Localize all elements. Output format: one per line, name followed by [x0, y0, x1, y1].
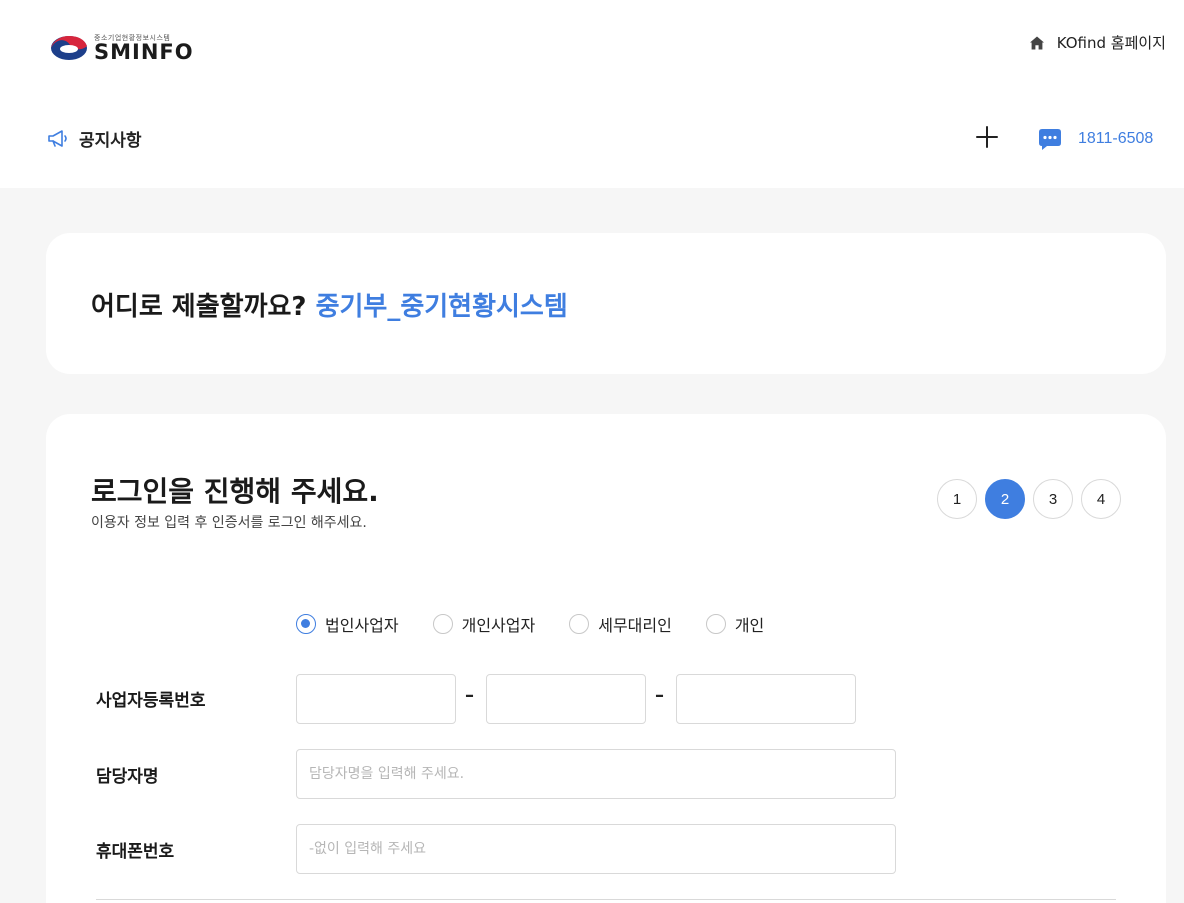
radio-label: 세무대리인 [598, 616, 672, 635]
biz-number-separator: – [655, 685, 664, 706]
manager-name-input[interactable] [296, 749, 896, 799]
step-4: 4 [1081, 479, 1121, 519]
login-title: 로그인을 진행해 주세요. [91, 475, 379, 508]
megaphone-icon [48, 129, 67, 147]
phone-number-input[interactable] [296, 824, 896, 874]
radio-unchecked-icon [569, 614, 590, 634]
destination-heading: 어디로 제출할까요? 중기부_중기현황시스템 [91, 286, 568, 323]
radio-individual[interactable]: 개인 [705, 612, 765, 636]
step-1: 1 [937, 479, 977, 519]
radio-unchecked-icon [432, 614, 453, 634]
form-divider [96, 899, 1116, 900]
destination-target: 중기부_중기현황시스템 [315, 292, 568, 322]
biz-number-part3-input[interactable] [676, 674, 856, 724]
notice-label: 공지사항 [79, 131, 142, 151]
destination-question: 어디로 제출할까요? [91, 292, 307, 322]
step-indicator: 1 2 3 4 [937, 479, 1129, 519]
biz-number-separator: – [465, 685, 474, 706]
plus-icon[interactable] [974, 124, 1000, 150]
radio-corporate-business[interactable]: 법인사업자 [296, 612, 399, 636]
user-type-radio-group: 법인사업자 개인사업자 세무대리인 개인 [296, 612, 798, 636]
radio-label: 개인사업자 [461, 616, 536, 635]
logo-name: SMINFO [94, 40, 194, 64]
home-link-label: KOfind 홈페이지 [1056, 34, 1166, 52]
phone-number-label: 휴대폰번호 [96, 842, 175, 862]
biz-number-label: 사업자등록번호 [96, 691, 206, 711]
manager-name-label: 담당자명 [96, 767, 159, 787]
site-header: 중소기업현황정보시스템 SMINFO KOfind 홈페이지 공지사항 1811… [0, 0, 1184, 188]
login-card: 로그인을 진행해 주세요. 이용자 정보 입력 후 인증서를 로그인 해주세요.… [46, 414, 1166, 903]
customer-center-phone[interactable]: 1811-6508 [1038, 127, 1153, 151]
sminfo-logo[interactable]: 중소기업현황정보시스템 SMINFO [50, 34, 194, 64]
kofind-home-link[interactable]: KOfind 홈페이지 [1029, 32, 1166, 53]
destination-card: 어디로 제출할까요? 중기부_중기현황시스템 [46, 233, 1166, 374]
biz-number-part1-input[interactable] [296, 674, 456, 724]
biz-number-part2-input[interactable] [486, 674, 646, 724]
radio-unchecked-icon [705, 614, 726, 634]
radio-individual-business[interactable]: 개인사업자 [432, 612, 536, 636]
radio-tax-agent[interactable]: 세무대리인 [569, 612, 672, 636]
step-3: 3 [1033, 479, 1073, 519]
notice-link[interactable]: 공지사항 [47, 126, 142, 151]
radio-label: 개인 [734, 616, 765, 635]
home-icon [1029, 36, 1044, 49]
taegeuk-logo-icon [51, 36, 87, 60]
radio-label: 법인사업자 [325, 616, 399, 635]
step-2-active: 2 [985, 479, 1025, 519]
chat-bubble-icon [1039, 129, 1061, 150]
login-subtitle: 이용자 정보 입력 후 인증서를 로그인 해주세요. [91, 515, 367, 531]
radio-checked-icon [296, 614, 316, 634]
phone-number: 1811-6508 [1078, 130, 1154, 147]
